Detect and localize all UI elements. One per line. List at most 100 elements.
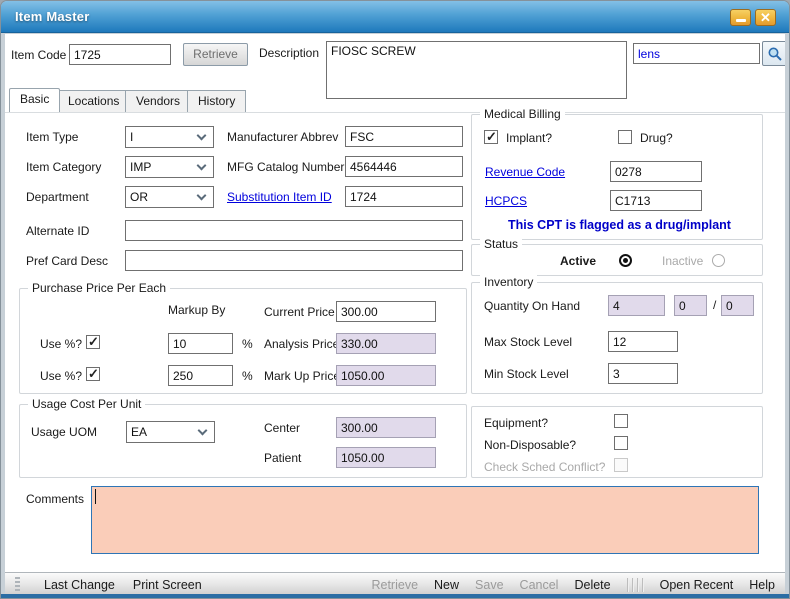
item-type-value: I (130, 130, 133, 144)
qoh-third-field: 0 (721, 295, 754, 316)
revenue-code-input[interactable] (610, 161, 702, 182)
description-label: Description (259, 46, 319, 60)
tab-panel-border (5, 112, 785, 113)
manufacturer-abbrev-input[interactable] (345, 126, 463, 147)
patient-label: Patient (264, 451, 301, 465)
usage-uom-value: EA (131, 425, 147, 439)
item-category-label: Item Category (26, 160, 101, 174)
comments-textarea[interactable] (91, 486, 759, 554)
check-sched-checkbox (614, 458, 628, 472)
mfg-catalog-input[interactable] (345, 156, 463, 177)
help-button[interactable]: Help (749, 578, 775, 592)
usage-cost-title: Usage Cost Per Unit (28, 397, 145, 411)
pref-card-desc-input[interactable] (125, 250, 463, 271)
retrieve-button[interactable]: Retrieve (183, 43, 248, 66)
max-stock-label: Max Stock Level (484, 335, 572, 349)
implant-checkbox[interactable] (484, 130, 498, 144)
use-pct-2-checkbox[interactable] (86, 367, 100, 381)
percent-sign-1: % (242, 337, 253, 351)
item-category-value: IMP (130, 160, 151, 174)
cancel-button: Cancel (520, 578, 559, 592)
search-button[interactable] (762, 41, 785, 66)
active-radio[interactable] (619, 254, 632, 267)
drug-label: Drug? (640, 131, 673, 145)
new-button[interactable]: New (434, 578, 459, 592)
substitution-item-link[interactable]: Substitution Item ID (227, 190, 332, 204)
current-price-input[interactable] (336, 301, 436, 322)
save-button: Save (475, 578, 504, 592)
purchase-price-title: Purchase Price Per Each (28, 281, 170, 295)
delete-button[interactable]: Delete (574, 578, 610, 592)
separator-grip-icon (627, 578, 644, 592)
hcpcs-link[interactable]: HCPCS (485, 194, 527, 208)
status-bar: Last Change Print Screen Retrieve New Sa… (5, 572, 785, 596)
purchase-price-group: Purchase Price Per Each Markup By Curren… (19, 288, 467, 394)
substitution-item-input[interactable] (345, 186, 463, 207)
alternate-id-label: Alternate ID (26, 224, 89, 238)
department-select[interactable]: OR (125, 186, 214, 208)
minimize-icon (736, 19, 746, 22)
max-stock-input[interactable] (608, 331, 678, 352)
hcpcs-input[interactable] (610, 190, 702, 211)
markup-price-field: 1050.00 (336, 365, 436, 386)
equipment-label: Equipment? (484, 416, 548, 430)
inventory-title: Inventory (480, 275, 537, 289)
tab-vendors[interactable]: Vendors (125, 90, 191, 112)
chevron-down-icon (198, 426, 208, 436)
item-code-input[interactable] (69, 44, 171, 65)
item-category-select[interactable]: IMP (125, 156, 214, 178)
manufacturer-abbrev-label: Manufacturer Abbrev (227, 130, 338, 144)
medical-billing-title: Medical Billing (480, 107, 565, 121)
chevron-down-icon (197, 131, 207, 141)
check-sched-label: Check Sched Conflict? (484, 460, 605, 474)
min-stock-input[interactable] (608, 363, 678, 384)
item-code-label: Item Code (11, 48, 66, 62)
active-label: Active (560, 254, 596, 268)
use-pct-1-checkbox[interactable] (86, 335, 100, 349)
implant-label: Implant? (506, 131, 552, 145)
min-stock-label: Min Stock Level (484, 367, 569, 381)
revenue-code-link[interactable]: Revenue Code (485, 165, 565, 179)
pref-card-desc-label: Pref Card Desc (26, 254, 108, 268)
department-value: OR (130, 190, 148, 204)
markup-price-label: Mark Up Price (264, 369, 340, 383)
print-screen-button[interactable]: Print Screen (133, 578, 202, 592)
item-type-label: Item Type (26, 130, 78, 144)
mfg-catalog-label: MFG Catalog Number (227, 160, 344, 174)
usage-uom-select[interactable]: EA (126, 421, 215, 443)
alternate-id-input[interactable] (125, 220, 463, 241)
drug-checkbox[interactable] (618, 130, 632, 144)
inactive-radio[interactable] (712, 254, 725, 267)
status-group: Status Active Inactive (471, 244, 763, 276)
magnifier-icon (767, 46, 783, 62)
chevron-down-icon (197, 161, 207, 171)
item-search-input[interactable] (633, 43, 760, 64)
qoh-divider: / (713, 298, 716, 312)
minimize-button[interactable] (730, 9, 751, 26)
text-cursor (95, 489, 96, 504)
tab-locations[interactable]: Locations (57, 90, 130, 112)
medical-billing-group: Medical Billing Implant? Drug? Revenue C… (471, 114, 763, 240)
status-title: Status (480, 237, 522, 251)
qoh-second-field: 0 (674, 295, 707, 316)
markup-pct-2-input[interactable] (168, 365, 233, 386)
item-type-select[interactable]: I (125, 126, 214, 148)
current-price-label: Current Price (264, 305, 335, 319)
title-bar: Item Master ✕ (1, 1, 789, 33)
tab-history[interactable]: History (187, 90, 246, 112)
equipment-checkbox[interactable] (614, 414, 628, 428)
non-disposable-checkbox[interactable] (614, 436, 628, 450)
inactive-label: Inactive (662, 254, 703, 268)
grip-icon (15, 577, 20, 593)
last-change-button[interactable]: Last Change (44, 578, 115, 592)
open-recent-button[interactable]: Open Recent (660, 578, 734, 592)
comments-label: Comments (26, 492, 84, 506)
chevron-down-icon (197, 191, 207, 201)
tab-basic[interactable]: Basic (9, 88, 60, 112)
cpt-flag-message: This CPT is flagged as a drug/implant (508, 218, 731, 232)
close-button[interactable]: ✕ (755, 9, 776, 26)
retrieve-status-button: Retrieve (371, 578, 418, 592)
analysis-price-label: Analysis Price (264, 337, 339, 351)
window-title: Item Master (15, 9, 89, 24)
markup-pct-1-input[interactable] (168, 333, 233, 354)
